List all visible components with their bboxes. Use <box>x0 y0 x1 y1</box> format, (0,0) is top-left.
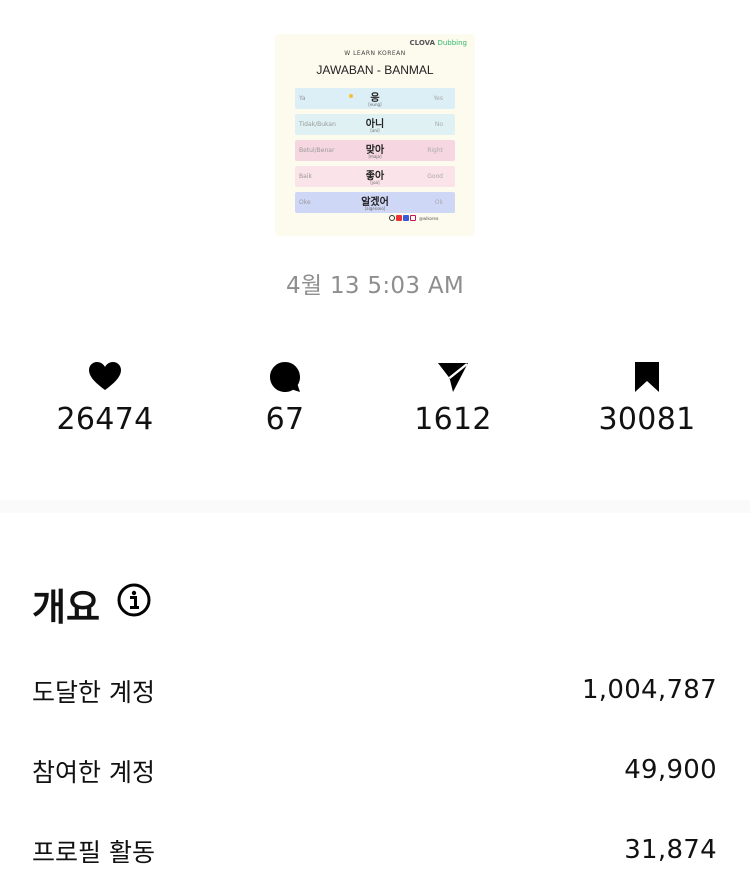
likes-count: 26474 <box>56 402 154 437</box>
phrase-row: Ya 응 [eung] Yes <box>295 88 455 109</box>
phrase-row: Oke 알겠어 [algesseo] Ok <box>295 192 455 213</box>
bookmark-icon <box>635 362 659 392</box>
post-timestamp: 4월 13 5:03 AM <box>285 273 465 299</box>
section-divider <box>0 500 750 513</box>
saves-stat: 30081 <box>567 360 727 437</box>
metric-label: 참여한 계정 <box>32 758 155 787</box>
comments-count: 67 <box>265 402 305 437</box>
metric-row-accounts-engaged[interactable]: 참여한 계정 49,900 <box>32 753 717 793</box>
comment-icon <box>270 362 300 392</box>
info-icon[interactable] <box>116 582 152 618</box>
comments-stat: 67 <box>205 360 365 437</box>
phrase-row: Baik 좋아 [joa] Good <box>295 166 455 187</box>
overview-title: 개요 <box>32 586 101 629</box>
phrase-row: Tidak/Bukan 아니 [ani] No <box>295 114 455 135</box>
post-title: JAWABAN - BANMAL <box>316 63 434 77</box>
metric-label: 프로필 활동 <box>32 838 155 867</box>
shares-count: 1612 <box>414 402 492 437</box>
brand-watermark: CLOVA Dubbing <box>409 39 467 47</box>
heart-icon <box>89 362 121 390</box>
social-handle: @wlkorea <box>419 215 439 221</box>
metric-value: 31,874 <box>624 835 717 865</box>
metric-label: 도달한 계정 <box>32 678 155 707</box>
post-thumbnail[interactable]: CLOVA Dubbing W LEARN KOREAN JAWABAN - B… <box>275 34 475 236</box>
metric-row-accounts-reached[interactable]: 도달한 계정 1,004,787 <box>32 673 717 713</box>
likes-stat: 26474 <box>25 360 185 437</box>
metric-value: 49,900 <box>624 755 717 785</box>
copyright-icon <box>389 215 395 221</box>
instagram-icon <box>410 215 416 221</box>
send-icon <box>438 363 468 392</box>
youtube-icon <box>396 215 402 221</box>
saves-count: 30081 <box>598 402 696 437</box>
phrase-row: Betul/Benar 맞아 [maja] Right <box>295 140 455 161</box>
shares-stat: 1612 <box>373 360 533 437</box>
post-kicker: W LEARN KOREAN <box>344 50 406 57</box>
metric-row-profile-activity[interactable]: 프로필 활동 31,874 <box>32 833 717 873</box>
metric-value: 1,004,787 <box>581 675 717 705</box>
facebook-icon <box>403 215 409 221</box>
social-icons: @wlkorea <box>389 215 438 221</box>
